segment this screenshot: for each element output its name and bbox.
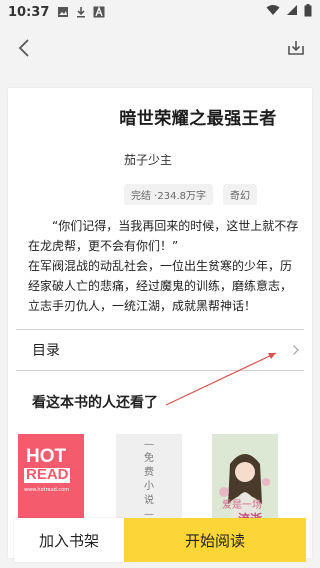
recommend-title: 看这本书的人还看了 bbox=[32, 395, 158, 411]
status-tag: 完结 ·234.8万字 bbox=[124, 184, 213, 205]
top-bar bbox=[0, 24, 320, 72]
cover-text-hot: HOT bbox=[26, 446, 67, 467]
status-time: 10:37 bbox=[8, 4, 50, 20]
download-icon bbox=[75, 6, 87, 18]
book-author[interactable]: 茄子少主 bbox=[124, 151, 172, 168]
book-title: 暗世荣耀之最强王者 bbox=[119, 109, 277, 129]
status-bar: 10:37 bbox=[0, 0, 320, 24]
back-arrow-icon[interactable] bbox=[10, 34, 38, 62]
signal-icon bbox=[286, 4, 298, 20]
cover-text-love-1: 爱是一场 bbox=[222, 500, 262, 511]
divider bbox=[16, 370, 304, 371]
add-to-shelf-button[interactable]: 加入书架 bbox=[14, 518, 124, 562]
wifi-icon bbox=[266, 4, 280, 20]
description-quote: “你们记得，当我再回来的时候，这世上就不存在龙虎帮，更不会有你们！” bbox=[28, 219, 299, 253]
app-a-icon bbox=[93, 6, 105, 18]
book-description: “你们记得，当我再回来的时候，这世上就不存在龙虎帮，更不会有你们！” 在军阀混战… bbox=[28, 216, 303, 316]
download-tray-icon[interactable] bbox=[282, 34, 310, 62]
description-summary: 在军阀混战的动乱社会，一位出生贫寒的少年，历经家破人亡的悲痛，经过魔鬼的训练，磨… bbox=[28, 259, 293, 313]
image-icon bbox=[57, 6, 69, 18]
cover-text-free: — 免 费 小 说 — bbox=[144, 439, 154, 520]
battery-icon bbox=[304, 3, 312, 21]
book-tags: 完结 ·234.8万字 奇幻 bbox=[124, 184, 257, 205]
book-detail-card: 暗世荣耀之最强王者 茄子少主 完结 ·234.8万字 奇幻 “你们记得，当我再回… bbox=[8, 88, 312, 558]
cover-text-url: www.hotread.com bbox=[24, 487, 70, 493]
start-reading-button[interactable]: 开始阅读 bbox=[124, 518, 306, 562]
bottom-action-bar: 加入书架 开始阅读 bbox=[14, 518, 306, 562]
chevron-right-icon bbox=[292, 341, 300, 360]
genre-tag[interactable]: 奇幻 bbox=[223, 184, 257, 205]
cover-text-read: READ bbox=[26, 466, 69, 483]
table-of-contents-row[interactable]: 目录 bbox=[16, 330, 304, 370]
toc-label: 目录 bbox=[32, 343, 60, 359]
